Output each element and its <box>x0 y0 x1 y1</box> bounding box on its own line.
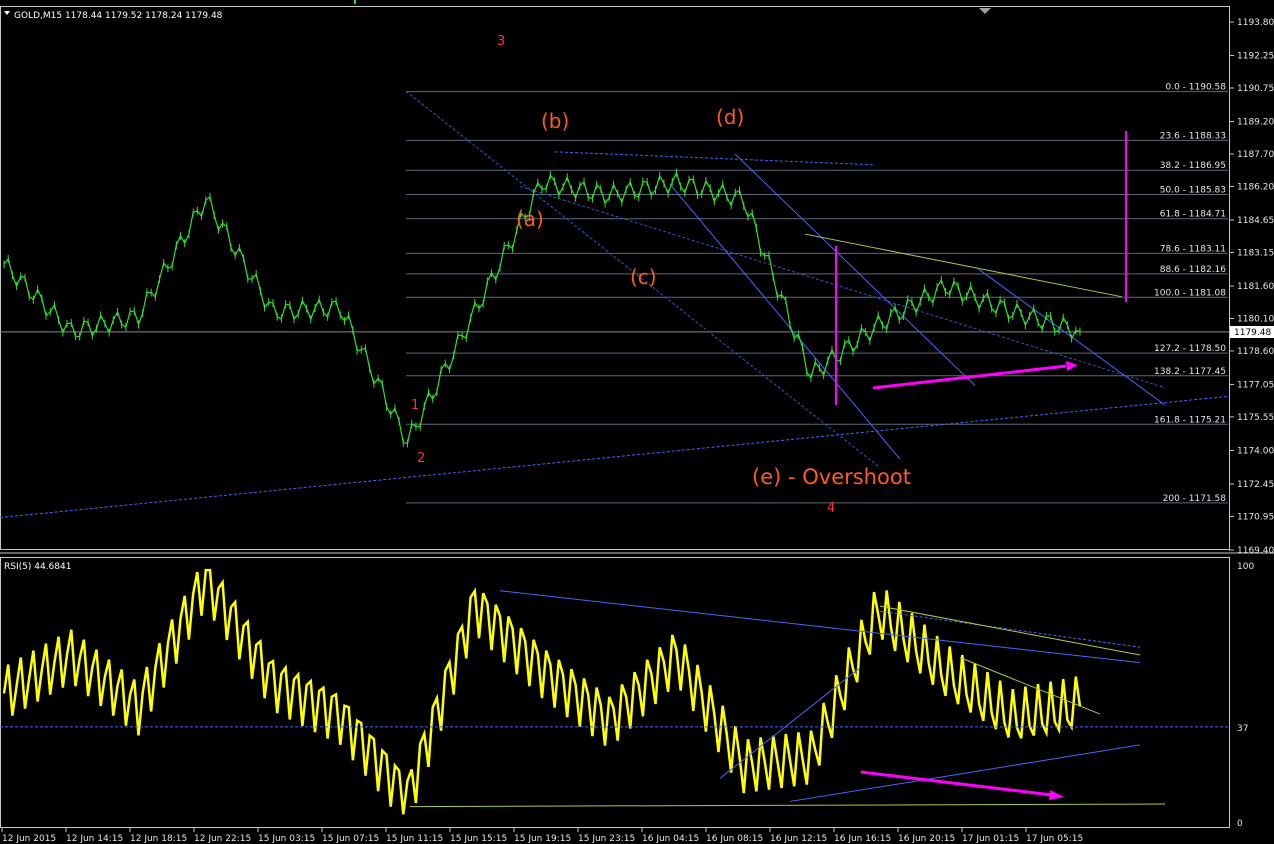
time-tick-label: 12 Jun 2015 <box>2 834 56 844</box>
time-axis: 12 Jun 2015 12 Jun 14:15 12 Jun 18:15 12 Ju… <box>1 827 1083 844</box>
trend-lines <box>0 90 1229 519</box>
rsi-tick-label: 37 <box>1237 724 1248 734</box>
price-tick-label: 1177.05 <box>1237 380 1274 390</box>
wave-e-overshoot-label: (e) - Overshoot <box>752 465 911 489</box>
price-tick-label: 1184.65 <box>1237 216 1274 226</box>
trend-line <box>669 183 901 460</box>
price-tick-label: 1183.15 <box>1237 248 1274 258</box>
fib-level-label: 161.8 - 1175.21 <box>1154 415 1226 425</box>
fib-level-label: 138.2 - 1177.45 <box>1154 367 1226 377</box>
price-tick-label: 1174.00 <box>1237 446 1274 456</box>
price-tick-label: 1178.60 <box>1237 347 1274 357</box>
price-tick-label: 1180.10 <box>1237 314 1274 324</box>
time-tick-label: 17 Jun 05:15 <box>1026 834 1083 844</box>
price-axis: 1193.80 1192.25 1190.75 1189.20 1187.70 1186.… <box>1229 18 1274 556</box>
time-tick-label: 16 Jun 12:15 <box>770 834 827 844</box>
wave-a-label: (a) <box>516 207 544 231</box>
time-tick-label: 16 Jun 04:15 <box>642 834 699 844</box>
price-tick-label: 1172.45 <box>1237 480 1274 490</box>
fib-level-label: 38.2 - 1186.95 <box>1160 161 1226 171</box>
rsi-tick-label: 100 <box>1237 562 1254 572</box>
scroll-marker-icon[interactable] <box>979 8 991 14</box>
time-tick-label: 15 Jun 07:15 <box>322 834 379 844</box>
time-tick-label: 15 Jun 03:15 <box>258 834 315 844</box>
trend-line <box>734 153 976 386</box>
fib-level-label: 200 - 1171.58 <box>1163 494 1227 504</box>
fib-level-label: 78.6 - 1183.11 <box>1160 244 1226 254</box>
time-tick-label: 12 Jun 22:15 <box>194 834 251 844</box>
price-tick-label: 1170.95 <box>1237 512 1274 522</box>
chart-title: GOLD,M15 1178.44 1179.52 1178.24 1179.48 <box>14 11 223 21</box>
price-tick-label: 1186.20 <box>1237 182 1274 192</box>
price-tick-label: 1189.20 <box>1237 118 1274 128</box>
fib-level-label: 50.0 - 1185.83 <box>1160 185 1226 195</box>
fib-level-label: 127.2 - 1178.50 <box>1154 344 1226 354</box>
wave-b-label: (b) <box>541 109 569 133</box>
price-tick-label: 1192.25 <box>1237 52 1274 62</box>
fib-level-label: 61.8 - 1184.71 <box>1160 210 1226 220</box>
rsi-trend-line <box>409 803 1166 808</box>
main-panel-frame <box>0 6 1230 550</box>
chart-canvas: GOLD,M15 1178.44 1179.52 1178.24 1179.48… <box>0 0 1274 844</box>
time-tick-label: 12 Jun 18:15 <box>130 834 187 844</box>
rsi-title: RSI(5) 44.6841 <box>4 562 71 572</box>
trend-line <box>804 233 1123 298</box>
dropdown-arrow-icon[interactable] <box>4 11 10 15</box>
rsi-trend-line <box>959 657 1101 715</box>
time-tick-label: 16 Jun 08:15 <box>706 834 763 844</box>
price-tick-label: 1169.40 <box>1237 546 1274 556</box>
fib-level-label: 88.6 - 1182.16 <box>1160 265 1226 275</box>
time-tick-label: 17 Jun 01:15 <box>962 834 1019 844</box>
time-tick-label: 15 Jun 19:15 <box>514 834 571 844</box>
time-tick-label: 15 Jun 11:15 <box>386 834 443 844</box>
time-tick-label: 15 Jun 15:15 <box>450 834 507 844</box>
wave-1-label: 1 <box>411 398 419 413</box>
price-divergence-arrow <box>872 364 1067 390</box>
trend-line <box>519 185 1166 389</box>
wave-3-label: 3 <box>497 34 505 49</box>
fib-level-label: 0.0 - 1190.58 <box>1166 83 1227 93</box>
rsi-trend-line <box>499 590 1141 664</box>
trend-line <box>554 151 876 166</box>
fibonacci-levels: 0.0 - 1190.58 23.6 - 1188.33 38.2 - 1186.9… <box>0 83 1229 504</box>
wave-d-label: (d) <box>716 105 744 129</box>
fib-level-label: 100.0 - 1181.08 <box>1154 288 1226 298</box>
price-tick-label: 1175.55 <box>1237 413 1274 423</box>
time-tick-label: 15 Jun 23:15 <box>578 834 635 844</box>
rsi-trend-line <box>789 744 1141 802</box>
rsi-trend-line <box>879 610 1141 648</box>
current-price-label: 1179.48 <box>1234 328 1271 338</box>
time-tick-label: 12 Jun 14:15 <box>66 834 123 844</box>
price-tick-label: 1190.75 <box>1237 84 1274 94</box>
rsi-series: 100 37 0 <box>0 562 1254 829</box>
time-tick-label: 16 Jun 16:15 <box>834 834 891 844</box>
price-tick-label: 1187.70 <box>1237 150 1274 160</box>
trend-line <box>0 395 1229 519</box>
fib-level-label: 23.6 - 1188.33 <box>1160 131 1226 141</box>
wave-4-label: 4 <box>827 501 835 516</box>
price-tick-label: 1193.80 <box>1237 18 1274 28</box>
wave-c-label: (c) <box>630 265 657 289</box>
price-tick-label: 1181.60 <box>1237 282 1274 292</box>
price-arrow-head <box>1066 361 1078 371</box>
rsi-divergence-arrow <box>860 770 1053 797</box>
rsi-tick-label: 0 <box>1237 819 1243 829</box>
time-tick-label: 16 Jun 20:15 <box>898 834 955 844</box>
wave-2-label: 2 <box>417 451 425 466</box>
rsi-arrow-head <box>1049 790 1064 800</box>
